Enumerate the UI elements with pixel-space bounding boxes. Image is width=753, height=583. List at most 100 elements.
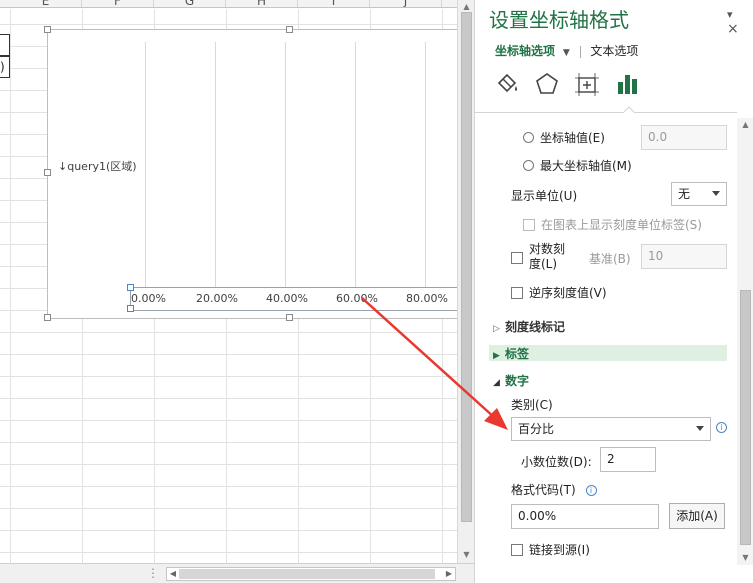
decimal-places-label: 小数位数(D):: [521, 455, 592, 469]
panel-options-icon[interactable]: ▾: [727, 8, 733, 21]
show-units-checkbox[interactable]: 在图表上显示刻度单位标签(S): [523, 216, 702, 233]
log-scale-checkbox[interactable]: [511, 244, 529, 264]
axis-options-bar-chart-icon[interactable]: [613, 70, 641, 98]
divider: [475, 112, 737, 113]
column-header-h[interactable]: H: [226, 0, 298, 7]
display-units-label: 显示单位(U): [511, 189, 578, 203]
chevron-down-icon: [712, 191, 720, 196]
scrollbar-thumb[interactable]: [740, 290, 751, 545]
format-axis-panel: 设置坐标轴格式 ▾ × 坐标轴选项 ▼ 文本选项 坐标轴值(E) 0.0 最大坐…: [474, 0, 753, 583]
axis-tick-label: 20.00%: [196, 292, 238, 305]
checkbox-icon[interactable]: [511, 287, 523, 299]
display-units-value: 无: [678, 187, 691, 201]
resize-handle-left[interactable]: [44, 169, 51, 176]
splitter-dots-icon[interactable]: ⋮: [147, 566, 159, 580]
scrollbar-thumb[interactable]: [461, 12, 472, 522]
scroll-down-arrow-icon[interactable]: ▼: [737, 551, 753, 565]
radio-icon[interactable]: [523, 160, 534, 171]
column-header-bar: E F G H I J: [0, 0, 457, 8]
gridline: [285, 42, 286, 287]
base-input[interactable]: 10: [641, 244, 727, 269]
chevron-down-icon: [696, 426, 704, 431]
axis-value-input[interactable]: 0.0: [641, 125, 727, 150]
column-header-e[interactable]: E: [10, 0, 82, 7]
tab-text-options[interactable]: 文本选项: [590, 44, 638, 58]
size-properties-icon[interactable]: [573, 70, 601, 98]
chevron-down-icon: ◢: [493, 378, 500, 388]
scrollbar-thumb[interactable]: [179, 569, 435, 579]
log-scale-label: 对数刻 度(L): [529, 242, 565, 272]
info-icon[interactable]: i: [585, 485, 597, 496]
base-label: 基准(B): [589, 252, 631, 266]
scroll-up-arrow-icon[interactable]: ▲: [737, 118, 753, 132]
axis-tick-label: 40.00%: [266, 292, 308, 305]
radio-max-axis-value-label: 最大坐标轴值(M): [540, 159, 632, 173]
checkbox-icon[interactable]: [511, 252, 523, 264]
chevron-right-icon: ▶: [493, 351, 500, 361]
chevron-right-icon: ▷: [493, 324, 500, 334]
fill-line-icon[interactable]: [493, 70, 521, 98]
axis-tick-label: 60.00%: [336, 292, 378, 305]
axis-handle-bottom-left[interactable]: [127, 305, 134, 312]
display-units-select[interactable]: 无: [671, 182, 727, 206]
radio-max-axis-value[interactable]: 最大坐标轴值(M): [523, 157, 632, 174]
log-scale-label-line: 对数刻: [529, 242, 566, 256]
scroll-down-arrow-icon[interactable]: ▼: [458, 548, 475, 562]
section-tick-marks[interactable]: ▷ 刻度线标记: [493, 318, 565, 335]
radio-icon[interactable]: [523, 132, 534, 143]
gridline: [425, 42, 426, 287]
format-code-label-row: 格式代码(T) i: [511, 481, 597, 498]
plot-area[interactable]: [130, 42, 457, 287]
panel-vertical-scrollbar[interactable]: ▲ ▼: [737, 118, 753, 565]
chart-area[interactable]: ↓query1(区域) 0.00% 20.00% 40.00% 60.00% 8…: [44, 26, 457, 321]
cell-bordered[interactable]: [0, 34, 10, 56]
radio-axis-value[interactable]: 坐标轴值(E): [523, 129, 605, 146]
active-category-caret-icon: [623, 106, 635, 113]
resize-handle-bottom-left[interactable]: [44, 314, 51, 321]
info-icon[interactable]: i: [716, 422, 727, 433]
scroll-left-arrow-icon[interactable]: ◀: [167, 568, 179, 580]
resize-handle-top[interactable]: [286, 26, 293, 33]
tab-divider: [579, 45, 581, 58]
effects-pentagon-icon[interactable]: [533, 70, 561, 98]
show-units-label: 在图表上显示刻度单位标签(S): [541, 218, 702, 232]
close-icon[interactable]: ×: [727, 21, 739, 37]
link-source-checkbox[interactable]: 链接到源(I): [511, 541, 590, 558]
resize-handle-top-left[interactable]: [44, 26, 51, 33]
resize-handle-bottom[interactable]: [286, 314, 293, 321]
section-tick-marks-label: 刻度线标记: [505, 320, 566, 334]
format-code-input[interactable]: 0.00%: [511, 504, 659, 529]
sheet-vertical-scrollbar[interactable]: ▲ ▼: [457, 0, 474, 563]
checkbox-icon[interactable]: [511, 544, 523, 556]
category-value: 百分比: [518, 422, 555, 436]
sheet-horizontal-scrollbar[interactable]: ◀ ▶: [166, 567, 456, 581]
column-header-j[interactable]: J: [370, 0, 442, 7]
axis-handle-top-left[interactable]: [127, 284, 134, 291]
section-number[interactable]: ◢ 数字: [493, 372, 529, 389]
reverse-order-label: 逆序刻度值(V): [529, 286, 607, 300]
panel-content: 坐标轴值(E) 0.0 最大坐标轴值(M) 显示单位(U) 无 在图表上显示刻度…: [475, 118, 737, 563]
series-label[interactable]: ↓query1(区域): [58, 158, 137, 174]
section-number-label: 数字: [505, 374, 530, 388]
reverse-order-checkbox[interactable]: 逆序刻度值(V): [511, 284, 607, 301]
cell-bordered-text[interactable]: ): [0, 56, 10, 78]
add-button[interactable]: 添加(A): [669, 503, 725, 529]
format-code-label: 格式代码(T): [511, 483, 576, 497]
scroll-right-arrow-icon[interactable]: ▶: [443, 568, 455, 580]
section-labels[interactable]: ▶ 标签: [493, 345, 529, 362]
panel-tabs: 坐标轴选项 ▼ 文本选项: [495, 42, 638, 59]
tab-axis-options[interactable]: 坐标轴选项: [495, 44, 555, 58]
radio-axis-value-label: 坐标轴值(E): [540, 131, 605, 145]
worksheet: E F G H I J ) ↓query1(区域) 0.00% 20.00% 4…: [0, 0, 457, 563]
column-header-f[interactable]: F: [82, 0, 154, 7]
category-select[interactable]: 百分比: [511, 417, 711, 441]
sheet-bottom-bar: ⋮ ◀ ▶: [0, 563, 474, 583]
link-source-label: 链接到源(I): [529, 543, 590, 557]
category-info[interactable]: i: [716, 420, 727, 434]
column-header-i[interactable]: I: [298, 0, 370, 7]
decimal-places-input[interactable]: 2: [600, 447, 656, 472]
column-header-g[interactable]: G: [154, 0, 226, 7]
panel-controls: ▾ ×: [721, 8, 753, 37]
checkbox-icon[interactable]: [523, 219, 535, 231]
chevron-down-icon[interactable]: ▼: [563, 48, 570, 58]
